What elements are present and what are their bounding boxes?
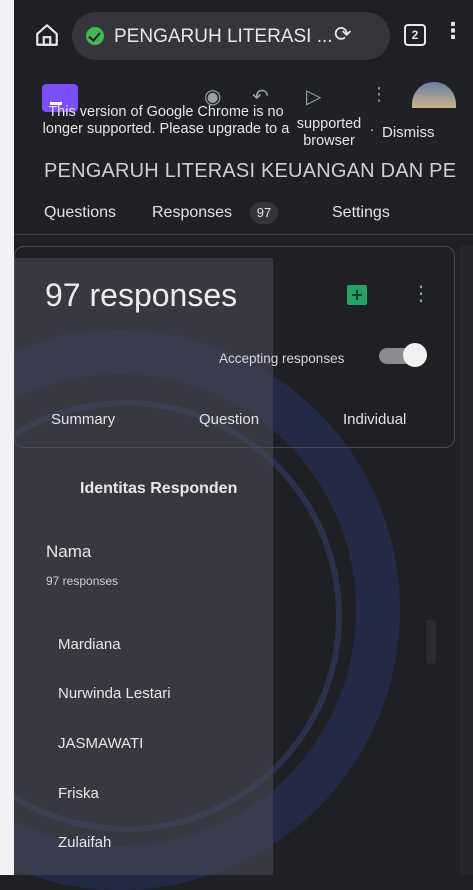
responses-total: 97 responses [45, 277, 238, 313]
accepting-responses-label: Accepting responses [219, 351, 345, 366]
forms-header: ◉ ↶ ▷ ⋮ This version of Google Chrome is… [14, 72, 473, 190]
question-title: Nama [46, 542, 92, 561]
question-response-count: 97 responses [46, 574, 119, 588]
avatar[interactable] [412, 82, 456, 108]
shield-check-icon [86, 27, 104, 45]
tab-responses[interactable]: Responses [152, 204, 232, 222]
section-title: Identitas Responden [80, 480, 238, 497]
list-item: Zulaifah [58, 834, 112, 851]
responses-card: 97 responses ⋮ Accepting responses Summa… [14, 246, 455, 448]
toggle-knob[interactable] [403, 343, 427, 367]
more-vertical-icon[interactable]: ⋮ [442, 18, 464, 44]
subtab-individual[interactable]: Individual [343, 411, 406, 428]
home-icon[interactable] [34, 22, 60, 48]
banner-separator: . [370, 118, 374, 134]
reload-icon[interactable]: ⟳ [334, 22, 352, 47]
list-item: Nurwinda Lestari [58, 685, 171, 702]
page-right-gutter [460, 246, 473, 875]
more-options-icon[interactable]: ⋮ [411, 281, 431, 306]
sheets-link-icon[interactable] [347, 285, 367, 305]
list-item: Friska [58, 785, 99, 802]
send-icon[interactable]: ▷ [306, 84, 321, 109]
browser-toolbar: PENGARUH LITERASI ... ⟳ 2 ⋮ [14, 0, 473, 72]
supported-browser-link[interactable]: supported browser [294, 116, 364, 150]
address-bar[interactable]: PENGARUH LITERASI ... ⟳ [72, 12, 390, 60]
tab-switcher-button[interactable]: 2 [404, 24, 426, 46]
tab-settings[interactable]: Settings [332, 204, 390, 222]
answers-scrollbar[interactable] [426, 620, 436, 664]
page-left-edge [0, 0, 14, 875]
dismiss-button[interactable]: Dismiss [382, 124, 435, 141]
tab-questions[interactable]: Questions [44, 204, 116, 222]
more-options-icon[interactable]: ⋮ [370, 84, 388, 105]
responses-count-badge: 97 [250, 202, 278, 224]
unsupported-browser-message: This version of Google Chrome is no long… [42, 104, 290, 137]
list-item: JASMAWATI [58, 735, 144, 752]
form-title[interactable]: PENGARUH LITERASI KEUANGAN DAN PE [44, 160, 456, 183]
form-tabs: Questions Responses 97 Settings [14, 190, 473, 235]
url-text: PENGARUH LITERASI ... [114, 26, 333, 47]
list-item: Mardiana [58, 636, 121, 653]
subtab-question[interactable]: Question [199, 411, 259, 428]
subtab-summary[interactable]: Summary [51, 411, 115, 428]
